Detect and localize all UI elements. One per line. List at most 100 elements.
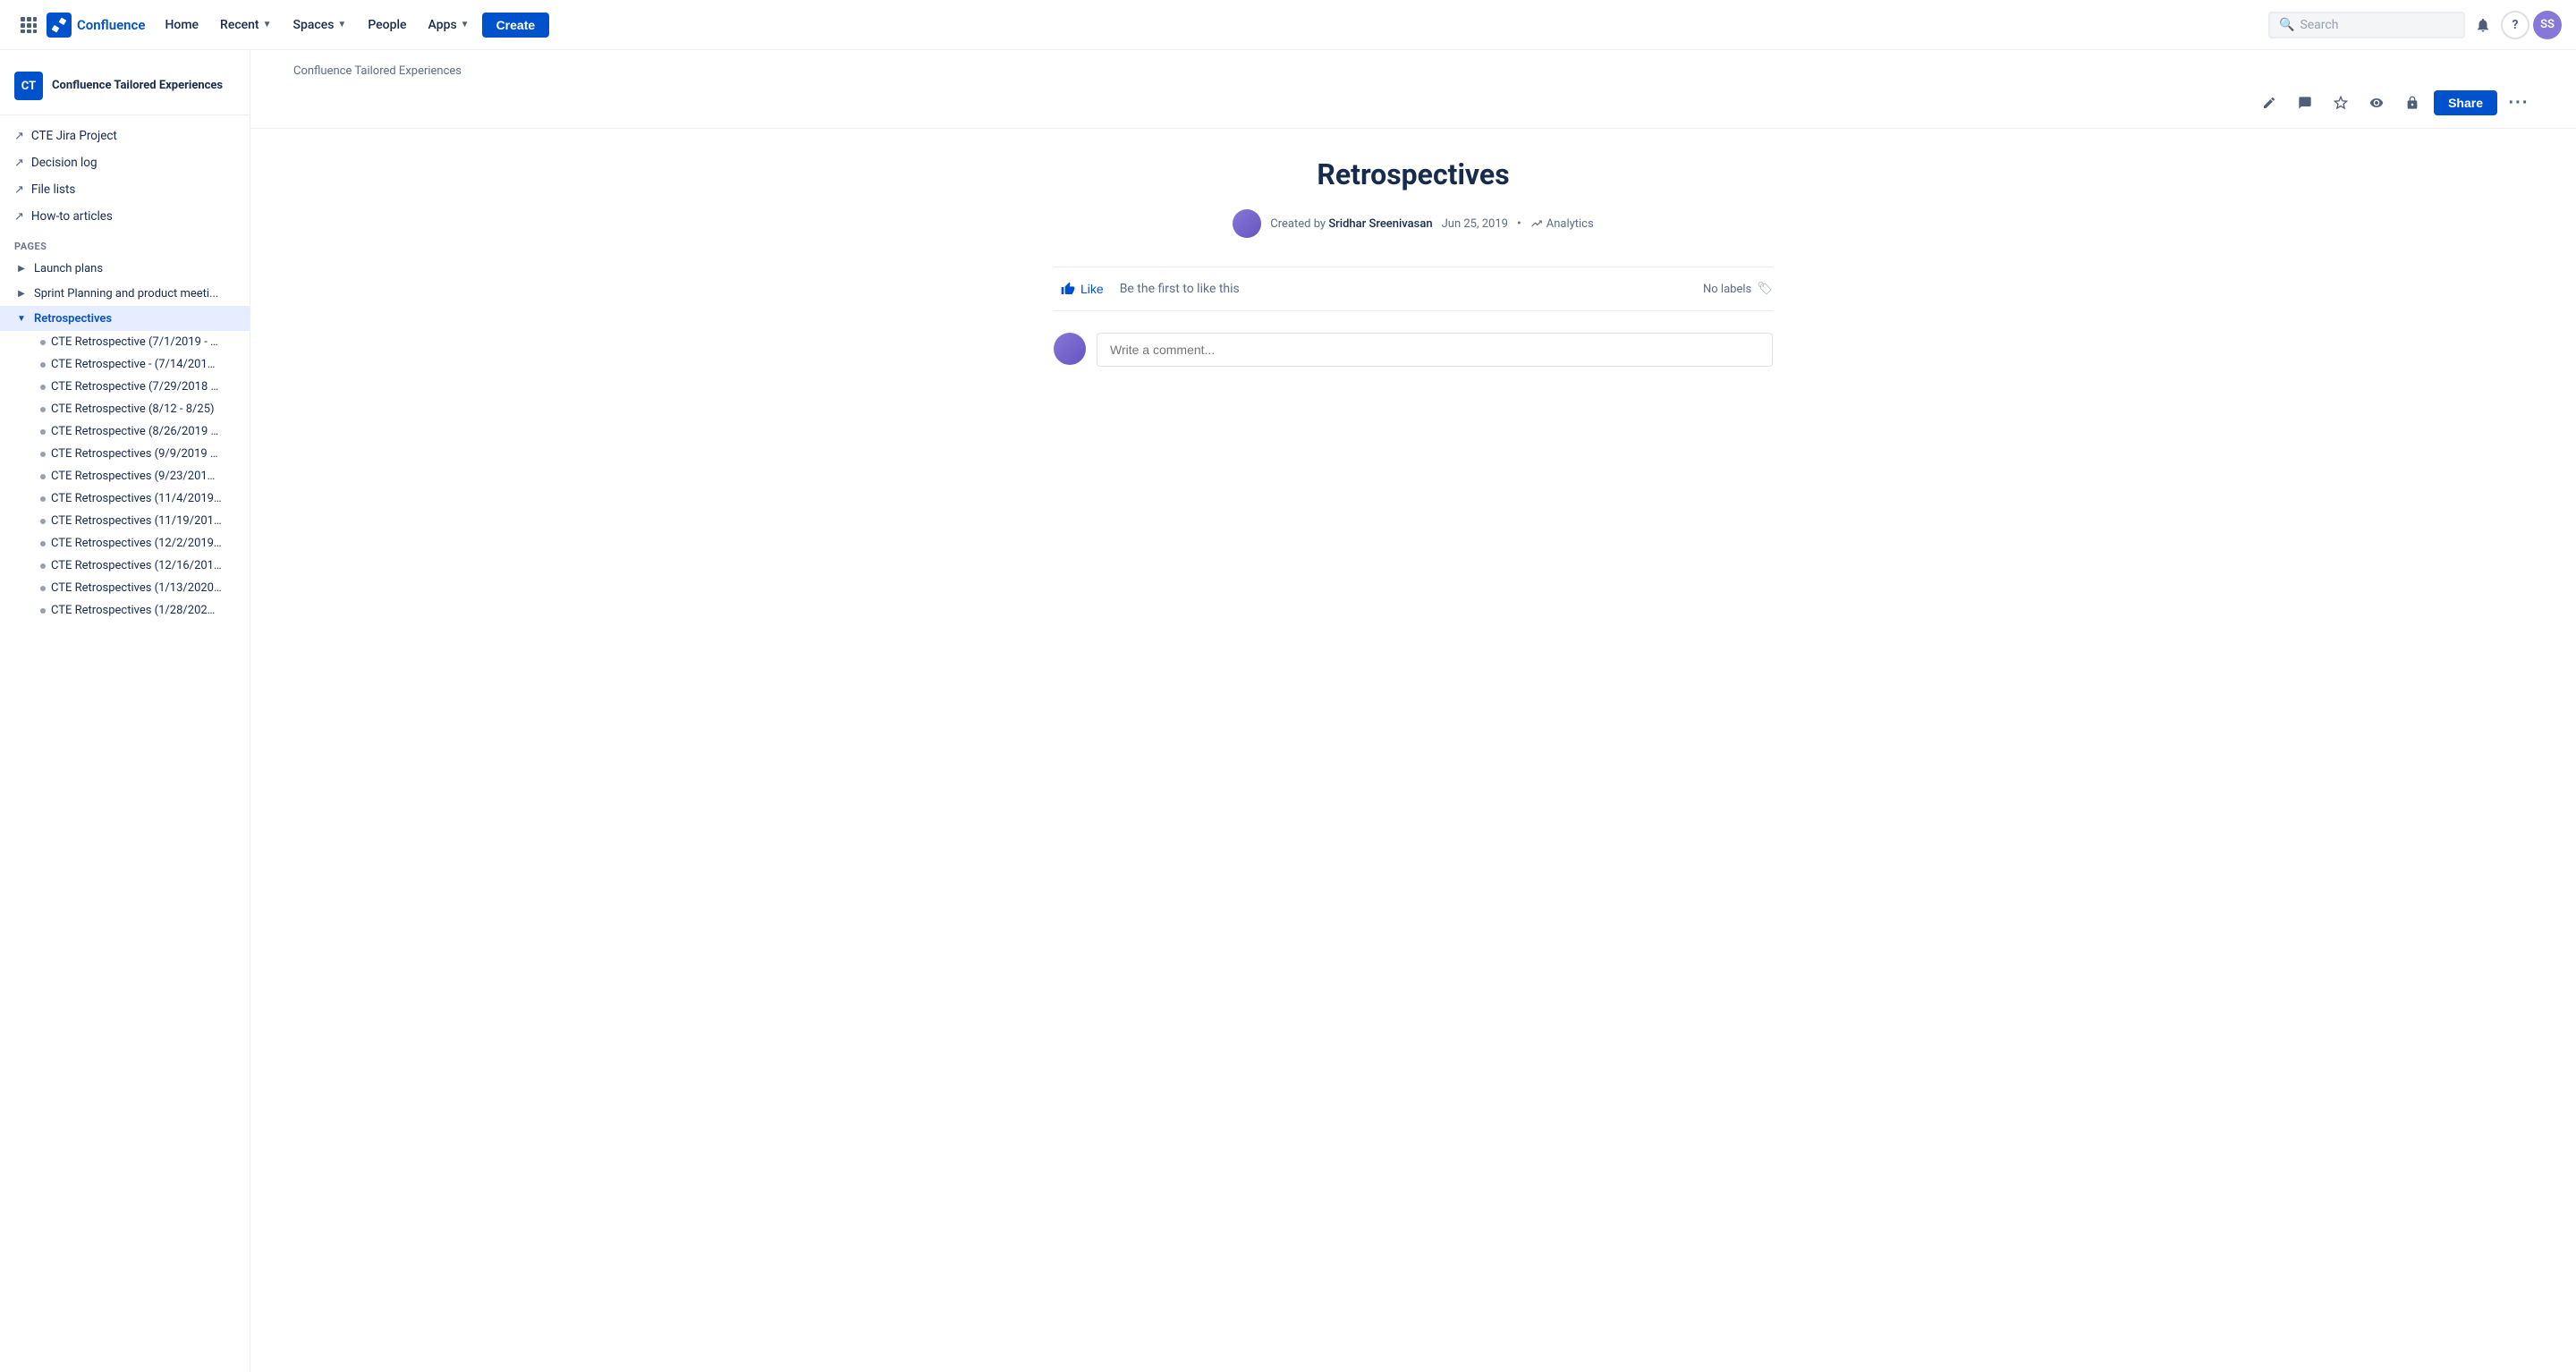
notifications-button[interactable]: [2469, 11, 2497, 39]
create-button[interactable]: Create: [482, 13, 550, 38]
sidebar-child-cte-retro-10[interactable]: CTE Retrospectives (12/2/2019…: [0, 532, 250, 555]
sidebar-child-cte-retro-2[interactable]: CTE Retrospective - (7/14/201…: [0, 353, 250, 376]
more-options-button[interactable]: ···: [2504, 89, 2533, 117]
collapse-icon[interactable]: ▼: [14, 311, 29, 326]
sidebar-child-cte-retro-6[interactable]: CTE Retrospectives (9/9/2019 …: [0, 443, 250, 465]
cte-retro-label-12: CTE Retrospectives (1/13/2020…: [51, 581, 222, 595]
dot-icon-10: [40, 541, 46, 546]
recent-chevron-icon: ▼: [263, 20, 272, 30]
sidebar-child-cte-retro-5[interactable]: CTE Retrospective (8/26/2019 …: [0, 420, 250, 443]
sidebar-item-decision-log[interactable]: ↗ Decision log: [0, 149, 250, 176]
watch-button[interactable]: [2362, 89, 2391, 117]
pages-section-label: PAGES: [0, 230, 250, 256]
sidebar-item-retrospectives[interactable]: ▼ Retrospectives: [0, 306, 250, 331]
sidebar-item-file-lists-label: File lists: [31, 182, 75, 197]
confluence-logo-icon: [47, 13, 72, 38]
cte-retro-label-11: CTE Retrospectives (12/16/201…: [51, 559, 222, 572]
dot-icon-2: [40, 362, 46, 368]
edit-button[interactable]: [2255, 89, 2284, 117]
sidebar-item-jira[interactable]: ↗ CTE Jira Project: [0, 123, 250, 149]
sidebar-child-cte-retro-1[interactable]: CTE Retrospective (7/1/2019 - …: [0, 331, 250, 353]
dot-icon-7: [40, 474, 46, 479]
sidebar-child-cte-retro-12[interactable]: CTE Retrospectives (1/13/2020…: [0, 577, 250, 599]
dot-icon-6: [40, 452, 46, 457]
user-avatar[interactable]: SS: [2533, 11, 2562, 39]
cte-retro-label-9: CTE Retrospectives (11/19/201…: [51, 514, 222, 528]
meta-date: Jun 25, 2019: [1442, 217, 1508, 231]
sprint-planning-label: Sprint Planning and product meeti...: [34, 287, 218, 301]
space-name: Confluence Tailored Experiences: [52, 79, 223, 94]
cte-retro-label-7: CTE Retrospectives (9/23/201…: [51, 470, 215, 483]
star-button[interactable]: [2326, 89, 2355, 117]
confluence-logo-text: Confluence: [77, 17, 145, 33]
sidebar-child-cte-retro-4[interactable]: CTE Retrospective (8/12 - 8/25): [0, 398, 250, 420]
cte-retro-label-6: CTE Retrospectives (9/9/2019 …: [51, 447, 218, 461]
sidebar-item-launch-plans[interactable]: ▶ Launch plans: [0, 256, 250, 281]
restrict-button[interactable]: [2398, 89, 2427, 117]
cte-retro-label-1: CTE Retrospective (7/1/2019 - …: [51, 335, 218, 349]
like-button[interactable]: Like: [1054, 278, 1111, 300]
sidebar-item-decision-log-label: Decision log: [31, 156, 97, 170]
dot-icon-5: [40, 429, 46, 435]
inline-comment-button[interactable]: [2291, 89, 2319, 117]
page-meta-info: Created by Sridhar Sreenivasan: [1270, 217, 1432, 231]
search-bar[interactable]: 🔍 Search: [2268, 12, 2465, 38]
main-content: Confluence Tailored Experiences Share ··…: [250, 50, 2576, 1372]
dot-icon-3: [40, 385, 46, 390]
nav-people[interactable]: People: [359, 13, 415, 38]
sidebar-child-cte-retro-13[interactable]: CTE Retrospectives (1/28/202…: [0, 599, 250, 622]
nav-apps[interactable]: Apps ▼: [419, 13, 479, 38]
nav-spaces[interactable]: Spaces ▼: [284, 13, 356, 38]
breadcrumb[interactable]: Confluence Tailored Experiences: [250, 50, 2576, 78]
external-link-icon-4: ↗: [14, 210, 24, 224]
labels-section: No labels 🏷: [1703, 282, 1773, 296]
sidebar-item-howto-label: How-to articles: [31, 209, 113, 224]
dot-icon-4: [40, 407, 46, 412]
meta-separator: •: [1517, 216, 1521, 231]
sidebar: CT Confluence Tailored Experiences ↗ CTE…: [0, 50, 250, 1372]
page-actions-bar: Share ···: [250, 78, 2576, 129]
top-navigation: Confluence Home Recent ▼ Spaces ▼ People…: [0, 0, 2576, 50]
sidebar-item-file-lists[interactable]: ↗ File lists: [0, 176, 250, 203]
dot-icon: [40, 340, 46, 345]
comment-input[interactable]: [1097, 333, 1773, 367]
dot-icon-11: [40, 563, 46, 569]
app-switcher-icon[interactable]: [14, 11, 43, 39]
cte-retro-label-2: CTE Retrospective - (7/14/201…: [51, 358, 215, 371]
sidebar-divider: [0, 114, 250, 115]
page-title: Retrospectives: [1054, 157, 1773, 191]
label-icon: 🏷: [1757, 282, 1773, 296]
sidebar-item-jira-label: CTE Jira Project: [31, 129, 117, 143]
nav-home[interactable]: Home: [156, 13, 208, 38]
dot-icon-9: [40, 519, 46, 524]
sidebar-item-howto[interactable]: ↗ How-to articles: [0, 203, 250, 230]
expand-icon-2[interactable]: ▶: [14, 286, 29, 301]
share-button[interactable]: Share: [2434, 90, 2497, 115]
dot-icon-12: [40, 586, 46, 591]
analytics-link[interactable]: Analytics: [1530, 217, 1594, 231]
retrospectives-label: Retrospectives: [34, 312, 112, 326]
sidebar-child-cte-retro-3[interactable]: CTE Retrospective (7/29/2018 …: [0, 376, 250, 398]
help-button[interactable]: ?: [2501, 11, 2529, 39]
page-metadata: Created by Sridhar Sreenivasan Jun 25, 2…: [1054, 209, 1773, 238]
comment-section: [1054, 333, 1773, 367]
space-header[interactable]: CT Confluence Tailored Experiences: [0, 64, 250, 107]
search-placeholder: Search: [2300, 18, 2338, 32]
sidebar-child-cte-retro-9[interactable]: CTE Retrospectives (11/19/201…: [0, 510, 250, 532]
cte-retro-label-5: CTE Retrospective (8/26/2019 …: [51, 425, 218, 438]
external-link-icon-2: ↗: [14, 157, 24, 170]
no-labels-text: No labels: [1703, 283, 1751, 296]
sidebar-child-cte-retro-8[interactable]: CTE Retrospectives (11/4/2019…: [0, 487, 250, 510]
sidebar-child-cte-retro-7[interactable]: CTE Retrospectives (9/23/201…: [0, 465, 250, 487]
confluence-logo[interactable]: Confluence: [47, 13, 145, 38]
cte-retro-label-8: CTE Retrospectives (11/4/2019…: [51, 492, 222, 505]
expand-icon[interactable]: ▶: [14, 261, 29, 275]
created-by-label: Created by: [1270, 217, 1326, 231]
dot-icon-13: [40, 608, 46, 614]
sidebar-item-sprint-planning[interactable]: ▶ Sprint Planning and product meeti...: [0, 281, 250, 306]
breadcrumb-space: Confluence Tailored Experiences: [293, 64, 462, 78]
like-description: Be the first to like this: [1120, 282, 1240, 296]
nav-recent[interactable]: Recent ▼: [211, 13, 280, 38]
cte-retro-label-13: CTE Retrospectives (1/28/202…: [51, 604, 215, 617]
sidebar-child-cte-retro-11[interactable]: CTE Retrospectives (12/16/201…: [0, 555, 250, 577]
